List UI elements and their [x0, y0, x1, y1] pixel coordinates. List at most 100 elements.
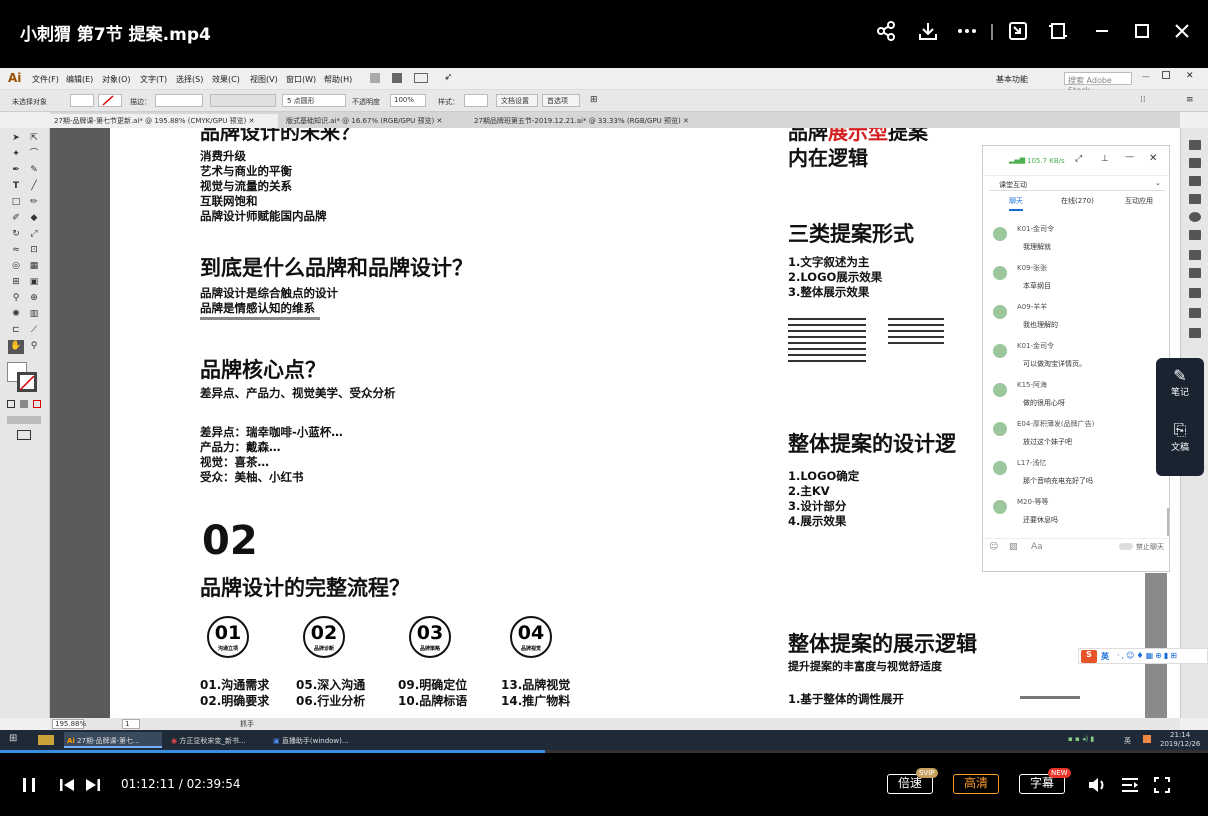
chat-mode-dropdown[interactable]: 课堂互动 ⌄	[989, 179, 1165, 191]
menu-item[interactable]: 选择(S)	[176, 74, 203, 85]
shape-builder-icon[interactable]: ◎	[10, 260, 22, 272]
tab-online[interactable]: 在线(270)	[1061, 196, 1094, 206]
eyedropper-icon[interactable]: ⚲	[10, 292, 22, 304]
chat-minimize-icon[interactable]: —	[1125, 152, 1134, 162]
panel-icon[interactable]	[1189, 230, 1201, 240]
panel-icon[interactable]	[1189, 250, 1201, 260]
blend-tool-icon[interactable]: ⊕	[28, 292, 40, 304]
quality-button[interactable]: 高清	[953, 774, 999, 794]
doc-tab[interactable]: 27期品牌班第五节-2019.12.21.ai* @ 33.33% (RGB/G…	[470, 114, 710, 128]
tab-chat[interactable]: 聊天	[1009, 196, 1023, 211]
color-mode-icon[interactable]	[7, 400, 15, 408]
menu-item[interactable]: 编辑(E)	[66, 74, 93, 85]
stock-icon[interactable]	[392, 73, 402, 83]
workspace-switcher[interactable]: 基本功能	[996, 74, 1028, 85]
taskbar-item-illustrator[interactable]: Ai 27期-品牌课-第七...	[64, 732, 162, 748]
arrange-icon[interactable]	[414, 73, 428, 83]
maximize-icon[interactable]	[1130, 20, 1154, 44]
sogou-tray-icon[interactable]	[1143, 735, 1151, 743]
ime-toolbar[interactable]: S 英 ·,☺♦▦⊕▮⊞	[1078, 648, 1208, 664]
menu-item[interactable]: 视图(V)	[250, 74, 278, 85]
more-icon[interactable]	[955, 20, 979, 44]
scale-tool-icon[interactable]: ⤢	[28, 228, 40, 240]
doc-tab-active[interactable]: 27期-品牌课-第七节更新.ai* @ 195.88% (CMYK/GPU 预览…	[50, 114, 278, 128]
mesh-tool-icon[interactable]: ⊞	[10, 276, 22, 288]
perspective-grid-icon[interactable]: ▦	[28, 260, 40, 272]
expand-icon[interactable]: ⤢	[1075, 154, 1082, 164]
panel-menu-icon[interactable]: ⁞⁞	[1140, 95, 1146, 105]
panel-options-icon[interactable]: ≡	[1186, 95, 1194, 105]
minimize-icon[interactable]	[1090, 20, 1114, 44]
fill-swatch[interactable]	[70, 94, 94, 107]
none-mode-icon[interactable]	[33, 400, 41, 408]
ai-close-icon[interactable]: ✕	[1186, 71, 1194, 81]
slice-tool-icon[interactable]: ⟋	[28, 324, 40, 336]
selection-tool-icon[interactable]: ➤	[10, 132, 22, 144]
stroke-swatch[interactable]	[98, 94, 122, 107]
download-icon[interactable]	[916, 20, 940, 44]
line-tool-icon[interactable]: ╱	[28, 180, 40, 192]
volume-icon[interactable]	[1087, 776, 1107, 798]
align-icon[interactable]: ⊞	[590, 95, 598, 105]
transcript-button[interactable]: ⎘ 文稿	[1156, 420, 1204, 453]
emoji-icon[interactable]: ☺	[989, 542, 998, 552]
artboard-tool-icon[interactable]: ⊏	[10, 324, 22, 336]
previous-icon[interactable]	[58, 776, 76, 798]
panel-icon[interactable]	[1189, 176, 1201, 186]
share-icon[interactable]	[874, 20, 898, 44]
panel-icon[interactable]	[1189, 158, 1201, 168]
brush-select[interactable]: 5 点圆形	[282, 94, 346, 107]
pin-window-icon[interactable]	[1046, 20, 1070, 44]
pencil-tool-icon[interactable]: ✐	[10, 212, 22, 224]
doc-setup-button[interactable]: 文档设置	[496, 94, 538, 107]
stock-search-input[interactable]: 搜索 Adobe Stock	[1064, 72, 1132, 95]
draw-mode-icon[interactable]	[7, 416, 41, 424]
menu-item[interactable]: 效果(C)	[212, 74, 240, 85]
pen-tool-icon[interactable]: ✒	[10, 164, 22, 176]
chat-close-icon[interactable]: ✕	[1149, 153, 1157, 164]
opacity-input[interactable]: 100%	[390, 94, 426, 107]
pause-icon[interactable]	[20, 776, 38, 798]
panel-icon[interactable]	[1189, 212, 1201, 222]
ai-restore-icon[interactable]	[1162, 71, 1170, 79]
stroke-color-icon[interactable]	[17, 372, 37, 392]
eraser-tool-icon[interactable]: ◆	[28, 212, 40, 224]
progress-bar[interactable]	[0, 750, 1208, 753]
doc-tab[interactable]: 版式基础知识.ai* @ 16.67% (RGB/GPU 预览) ✕	[282, 114, 468, 128]
tray-icons[interactable]: ▪ ▪ ◂) ▮	[1068, 735, 1118, 745]
close-icon[interactable]	[1170, 20, 1194, 44]
explorer-icon[interactable]	[38, 735, 54, 745]
screen-mode-icon[interactable]	[17, 430, 31, 440]
next-icon[interactable]	[84, 776, 102, 798]
menu-item[interactable]: 窗口(W)	[286, 74, 316, 85]
curvature-tool-icon[interactable]: ✎	[28, 164, 40, 176]
pip-icon[interactable]	[1006, 20, 1030, 44]
mute-toggle[interactable]	[1119, 543, 1133, 550]
free-transform-icon[interactable]: ⊡	[28, 244, 40, 256]
panel-icon[interactable]	[1189, 288, 1201, 298]
stroke-weight-input[interactable]	[155, 94, 203, 107]
menu-item[interactable]: 文字(T)	[140, 74, 167, 85]
chat-scrollbar[interactable]	[1167, 508, 1169, 536]
lasso-icon[interactable]: ⌒	[28, 148, 40, 160]
pin-icon[interactable]: ⊥	[1101, 154, 1109, 164]
ime-tool-icons[interactable]: ·,☺♦▦⊕▮⊞	[1117, 651, 1179, 660]
taskbar-item-chrome[interactable]: ◉ 方正显秋宋变_新书...	[168, 732, 266, 748]
rotate-tool-icon[interactable]: ↻	[10, 228, 22, 240]
width-tool-icon[interactable]: ≈	[10, 244, 22, 256]
panel-icon[interactable]	[1189, 308, 1201, 318]
ime-mode[interactable]: 英	[1101, 651, 1109, 662]
panel-icon[interactable]	[1189, 328, 1201, 338]
notes-button[interactable]: ✎ 笔记	[1156, 366, 1204, 398]
image-icon[interactable]: ▨	[1009, 542, 1018, 552]
direct-selection-tool-icon[interactable]: ⇱	[28, 132, 40, 144]
bridge-icon[interactable]	[370, 73, 380, 83]
hand-tool-icon[interactable]: ✋	[8, 340, 24, 354]
menu-item[interactable]: 对象(O)	[102, 74, 131, 85]
gpu-icon[interactable]: ➶	[444, 72, 452, 83]
graph-tool-icon[interactable]: ▥	[28, 308, 40, 320]
artboard-number[interactable]: 1	[122, 719, 140, 729]
taskbar-item-live-assistant[interactable]: ▣ 直播助手(window)...	[270, 732, 368, 748]
gradient-tool-icon[interactable]: ▣	[28, 276, 40, 288]
menu-item[interactable]: 文件(F)	[32, 74, 59, 85]
